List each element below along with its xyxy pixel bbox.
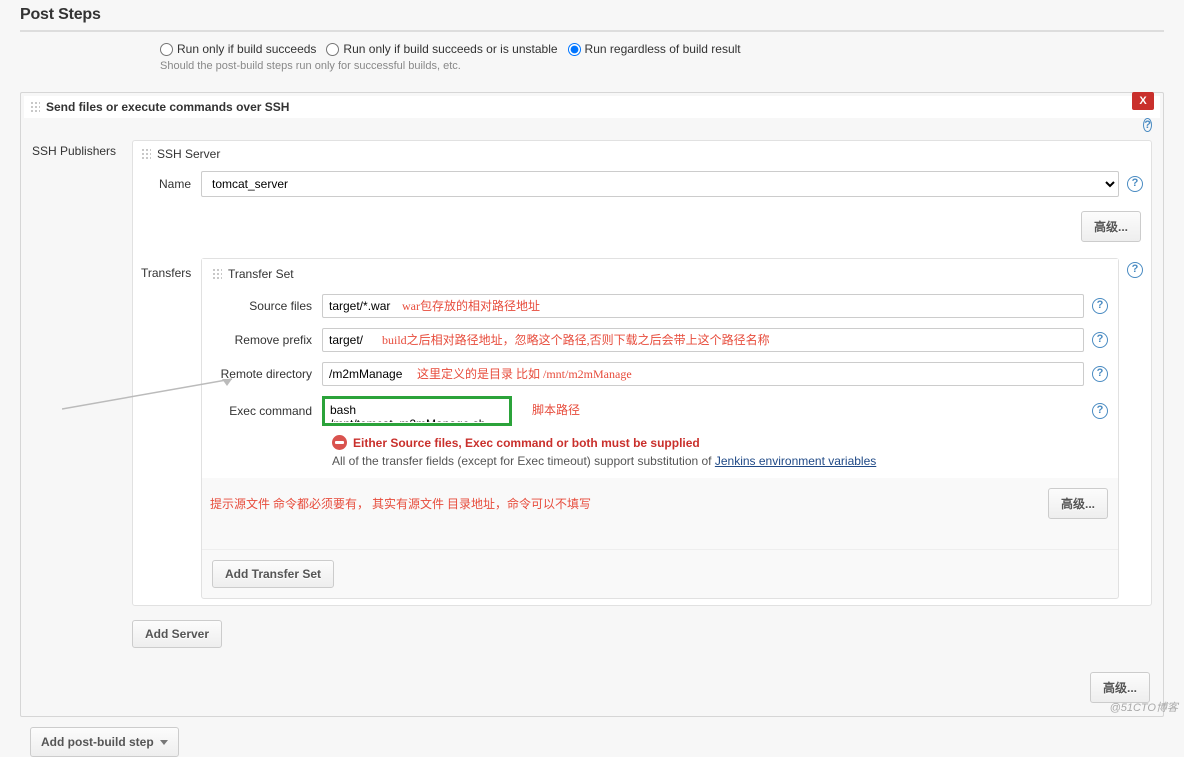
error-icon bbox=[332, 435, 347, 450]
chevron-down-icon bbox=[160, 740, 168, 745]
run-opt-succeeds[interactable]: Run only if build succeeds bbox=[160, 42, 316, 56]
help-icon[interactable] bbox=[1092, 403, 1108, 419]
remove-prefix-label: Remove prefix bbox=[212, 333, 322, 347]
add-post-build-step-button[interactable]: Add post-build step bbox=[30, 727, 179, 757]
help-icon[interactable] bbox=[1092, 366, 1108, 382]
exec-command-input[interactable]: bash /mnt/tomcat_m2mManage.sh bbox=[326, 400, 508, 422]
run-opt-unstable[interactable]: Run only if build succeeds or is unstabl… bbox=[326, 42, 557, 56]
delete-step-button[interactable] bbox=[1132, 92, 1154, 110]
transfers-label: Transfers bbox=[141, 258, 201, 599]
ssh-step: Send files or execute commands over SSH … bbox=[20, 92, 1164, 717]
transfer-set-panel: Transfer Set Source files war包存放的相对路径地址 bbox=[201, 258, 1119, 599]
run-opt-regardless[interactable]: Run regardless of build result bbox=[568, 42, 741, 56]
ssh-step-header: Send files or execute commands over SSH bbox=[24, 96, 1160, 118]
remove-prefix-input[interactable] bbox=[322, 328, 1084, 352]
drag-handle-icon[interactable] bbox=[30, 101, 40, 113]
error-text: Either Source files, Exec command or bot… bbox=[353, 436, 700, 450]
ssh-publisher-panel: SSH Server Name tomcat_server 高级... Tran… bbox=[132, 140, 1152, 606]
chinese-note: 提示源文件 命令都必须要有， 其实有源文件 目录地址，命令可以不填写 bbox=[202, 485, 1038, 522]
ssh-server-select[interactable]: tomcat_server bbox=[201, 171, 1119, 197]
source-files-input[interactable] bbox=[322, 294, 1084, 318]
help-icon[interactable] bbox=[1092, 332, 1108, 348]
add-server-button[interactable]: Add Server bbox=[132, 620, 222, 648]
exec-command-label: Exec command bbox=[212, 404, 322, 418]
help-icon[interactable] bbox=[1143, 118, 1152, 132]
help-icon[interactable] bbox=[1092, 298, 1108, 314]
env-vars-link[interactable]: Jenkins environment variables bbox=[715, 454, 876, 468]
run-options: Run only if build succeeds Run only if b… bbox=[10, 38, 1174, 58]
run-hint: Should the post-build steps run only for… bbox=[10, 58, 1174, 86]
add-transfer-set-button[interactable]: Add Transfer Set bbox=[212, 560, 334, 588]
drag-handle-icon[interactable] bbox=[141, 148, 151, 160]
ssh-server-label: SSH Server bbox=[157, 147, 220, 161]
ssh-step-title: Send files or execute commands over SSH bbox=[46, 100, 289, 114]
drag-handle-icon[interactable] bbox=[212, 268, 222, 280]
publishers-label: SSH Publishers bbox=[32, 140, 132, 658]
exec-annotation: 脚本路径 bbox=[532, 401, 580, 418]
transfer-set-label: Transfer Set bbox=[228, 267, 294, 281]
section-title: Post Steps bbox=[20, 0, 1164, 32]
remote-directory-input[interactable] bbox=[322, 362, 1084, 386]
help-icon[interactable] bbox=[1127, 262, 1143, 278]
help-icon[interactable] bbox=[1127, 176, 1143, 192]
source-files-label: Source files bbox=[212, 299, 322, 313]
watermark: @51CTO博客 bbox=[1110, 699, 1178, 715]
ssh-server-advanced-button[interactable]: 高级... bbox=[1081, 211, 1141, 242]
info-text: All of the transfer fields (except for E… bbox=[202, 452, 1118, 478]
remote-directory-label: Remote directory bbox=[212, 367, 322, 381]
transfer-advanced-button[interactable]: 高级... bbox=[1048, 488, 1108, 519]
name-label: Name bbox=[141, 177, 201, 191]
